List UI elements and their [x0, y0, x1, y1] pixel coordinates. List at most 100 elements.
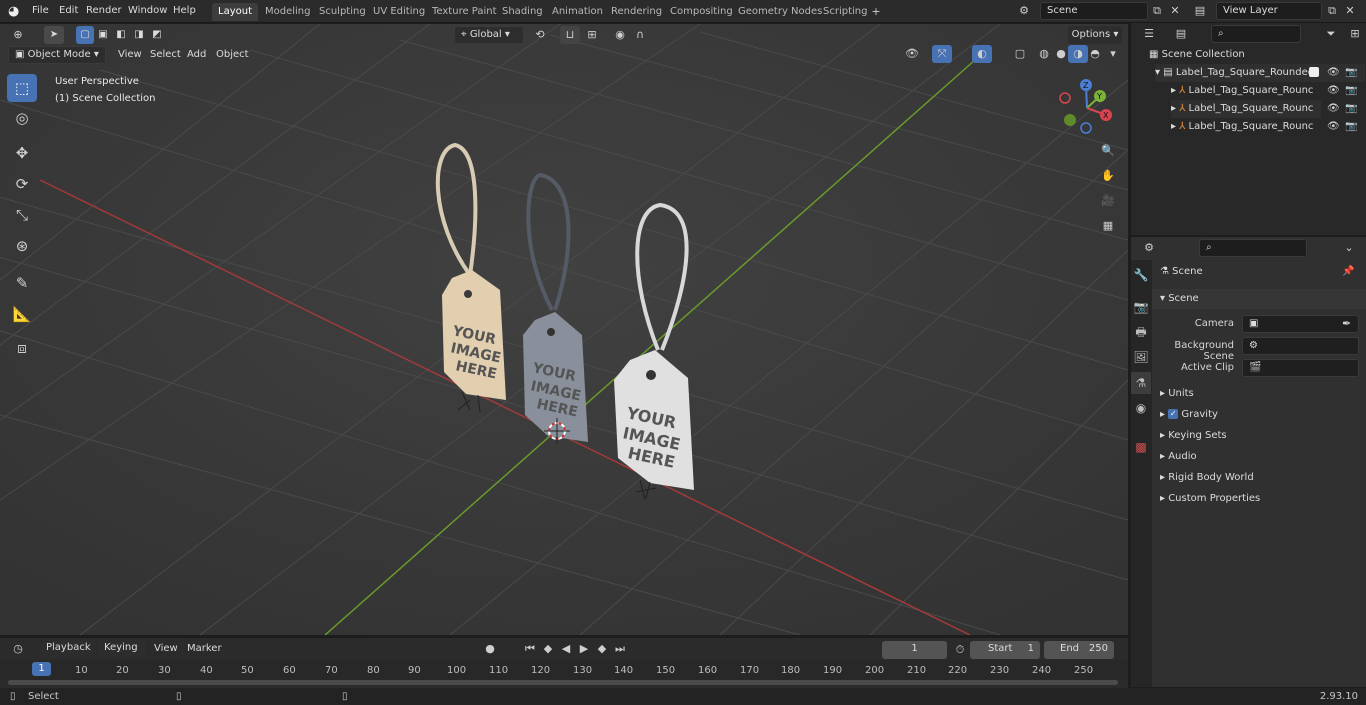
- snap-icon[interactable]: ⊔: [560, 26, 580, 44]
- measure-tool-icon[interactable]: 📐: [7, 300, 37, 328]
- viewport-menu-object[interactable]: Object: [212, 46, 253, 64]
- move-tool-icon[interactable]: ✥: [7, 139, 37, 167]
- outliner-filter-icon[interactable]: ⏷: [1321, 25, 1341, 43]
- overlay-toggle-icon[interactable]: ◐: [972, 45, 992, 63]
- proportional-edit-icon[interactable]: ◉: [610, 26, 630, 44]
- object-2-render-icon[interactable]: 📷: [1345, 100, 1357, 118]
- options-dropdown[interactable]: Options ▾: [1068, 26, 1122, 44]
- cursor-tool-icon[interactable]: ◎: [7, 104, 37, 132]
- object-1-render-icon[interactable]: 📷: [1345, 82, 1357, 100]
- eyedropper-icon[interactable]: ✒: [1342, 317, 1351, 330]
- timeline-editor-type-icon[interactable]: ◷: [8, 640, 28, 658]
- outliner-object-row-3[interactable]: ▸ ⅄ Label_Tag_Square_Rounc: [1171, 118, 1321, 136]
- start-frame-field[interactable]: Start 1: [970, 641, 1040, 659]
- tab-uv-editing[interactable]: UV Editing: [367, 3, 431, 21]
- output-tab-icon[interactable]: 🖶: [1131, 321, 1151, 343]
- navigation-gizmo[interactable]: Z Y X: [1055, 76, 1120, 141]
- stopwatch-icon[interactable]: ⏱: [950, 641, 970, 659]
- custom-properties-panel[interactable]: ▸ Custom Properties: [1152, 489, 1366, 509]
- object-1-eye-icon[interactable]: 👁: [1327, 82, 1340, 100]
- rotate-tool-icon[interactable]: ⟳: [7, 170, 37, 198]
- annotate-tool-icon[interactable]: ✎: [7, 269, 37, 297]
- mode-select[interactable]: ▣ Object Mode ▾: [8, 46, 106, 64]
- scene-type-icon[interactable]: ⚙: [1014, 2, 1034, 20]
- menu-window[interactable]: Window: [124, 2, 171, 20]
- select-mode-intersect-icon[interactable]: ◩: [148, 26, 166, 44]
- camera-view-icon[interactable]: 🎥: [1098, 192, 1118, 210]
- tab-shading[interactable]: Shading: [496, 3, 549, 21]
- tab-rendering[interactable]: Rendering: [605, 3, 668, 21]
- editor-type-icon[interactable]: ⊕: [8, 26, 28, 44]
- add-cube-tool-icon[interactable]: ⧈: [7, 334, 37, 362]
- perspective-toggle-icon[interactable]: ▦: [1098, 217, 1118, 235]
- view-layer-field[interactable]: View Layer: [1216, 2, 1322, 20]
- outliner-display-mode-icon[interactable]: ▤: [1171, 25, 1191, 43]
- tab-compositing[interactable]: Compositing: [664, 3, 739, 21]
- tab-layout[interactable]: Layout: [212, 3, 258, 21]
- transform-tool-icon[interactable]: ⊛: [7, 232, 37, 260]
- shading-options-icon[interactable]: ▾: [1103, 45, 1123, 63]
- outliner-new-collection-icon[interactable]: ⊞: [1345, 25, 1365, 43]
- pan-hand-icon[interactable]: ✋: [1098, 167, 1118, 185]
- xray-icon[interactable]: ▢: [1010, 45, 1030, 63]
- render-tab-icon[interactable]: 📷: [1131, 296, 1151, 318]
- tab-geometry-nodes[interactable]: Geometry Nodes: [732, 3, 828, 21]
- view-layer-type-icon[interactable]: ▤: [1190, 2, 1210, 20]
- object-3-render-icon[interactable]: 📷: [1345, 118, 1357, 136]
- object-2-eye-icon[interactable]: 👁: [1327, 100, 1340, 118]
- record-icon[interactable]: ●: [480, 640, 500, 658]
- end-frame-field[interactable]: End 250: [1044, 641, 1114, 659]
- falloff-icon[interactable]: ∩: [630, 26, 650, 44]
- collection-render-icon[interactable]: 📷: [1345, 64, 1357, 82]
- jump-start-icon[interactable]: ⏮: [520, 640, 540, 658]
- outliner-object-row-1[interactable]: ▸ ⅄ Label_Tag_Square_Rounc: [1171, 82, 1321, 100]
- tab-scripting[interactable]: Scripting: [817, 3, 873, 21]
- menu-render[interactable]: Render: [82, 2, 126, 20]
- timeline-marker-menu[interactable]: Marker: [183, 640, 226, 658]
- world-tab-icon[interactable]: ◉: [1131, 397, 1151, 419]
- viewport-menu-view[interactable]: View: [114, 46, 146, 64]
- jump-end-icon[interactable]: ⏭: [610, 640, 630, 658]
- outliner-scene-collection[interactable]: ▦ Scene Collection: [1149, 46, 1359, 64]
- collection-eye-icon[interactable]: 👁: [1327, 64, 1340, 82]
- select-mode-invert-icon[interactable]: ◨: [130, 26, 148, 44]
- tab-texture-paint[interactable]: Texture Paint: [426, 3, 503, 21]
- viewport-menu-select[interactable]: Select: [146, 46, 185, 64]
- scale-tool-icon[interactable]: ⤡: [7, 201, 37, 229]
- audio-panel[interactable]: ▸ Audio: [1152, 447, 1366, 467]
- add-workspace-icon[interactable]: +: [866, 3, 886, 21]
- pivot-point-icon[interactable]: ⟲: [530, 26, 550, 44]
- menu-help[interactable]: Help: [169, 2, 200, 20]
- gravity-panel[interactable]: ▸ ✓ Gravity: [1152, 405, 1366, 425]
- shading-rendered-icon[interactable]: ◓: [1085, 45, 1105, 63]
- gravity-checkbox[interactable]: ✓: [1168, 409, 1179, 419]
- tool-tab-icon[interactable]: 🔧: [1131, 264, 1151, 286]
- units-panel[interactable]: ▸ Units: [1152, 384, 1366, 404]
- scene-field[interactable]: Scene: [1040, 2, 1148, 20]
- play-icon[interactable]: ▶: [574, 640, 594, 658]
- zoom-icon[interactable]: 🔍: [1098, 142, 1118, 160]
- play-reverse-icon[interactable]: ◀: [556, 640, 576, 658]
- close-scene-icon[interactable]: ✕: [1165, 2, 1185, 20]
- viewport-menu-add[interactable]: Add: [183, 46, 210, 64]
- properties-search-input[interactable]: ⌕: [1199, 239, 1307, 257]
- background-scene-field[interactable]: ⚙: [1242, 337, 1359, 355]
- outliner-editor-type-icon[interactable]: ☰: [1139, 25, 1159, 43]
- properties-options-icon[interactable]: ⌄: [1339, 239, 1359, 257]
- copy-scene-icon[interactable]: ⧉: [1147, 2, 1167, 20]
- select-mode-new-icon[interactable]: ▢: [76, 26, 94, 44]
- close-view-layer-icon[interactable]: ✕: [1340, 2, 1360, 20]
- blender-logo-icon[interactable]: ◕: [8, 4, 24, 20]
- next-keyframe-icon[interactable]: ◆: [592, 640, 612, 658]
- tab-modeling[interactable]: Modeling: [259, 3, 317, 21]
- playback-menu[interactable]: Playback ▾: [40, 640, 96, 669]
- snap-target-icon[interactable]: ⊞: [582, 26, 602, 44]
- tab-animation[interactable]: Animation: [546, 3, 609, 21]
- view-layer-tab-icon[interactable]: 🖼: [1131, 346, 1151, 368]
- keying-menu[interactable]: Keying ▾: [98, 640, 146, 669]
- current-frame-field[interactable]: 1: [882, 641, 947, 659]
- playhead-marker[interactable]: 1: [32, 662, 51, 676]
- outliner-object-row-2[interactable]: ▸ ⅄ Label_Tag_Square_Rounc: [1171, 100, 1321, 118]
- active-clip-field[interactable]: 🎬: [1242, 359, 1359, 377]
- properties-editor-type-icon[interactable]: ⚙: [1139, 239, 1159, 257]
